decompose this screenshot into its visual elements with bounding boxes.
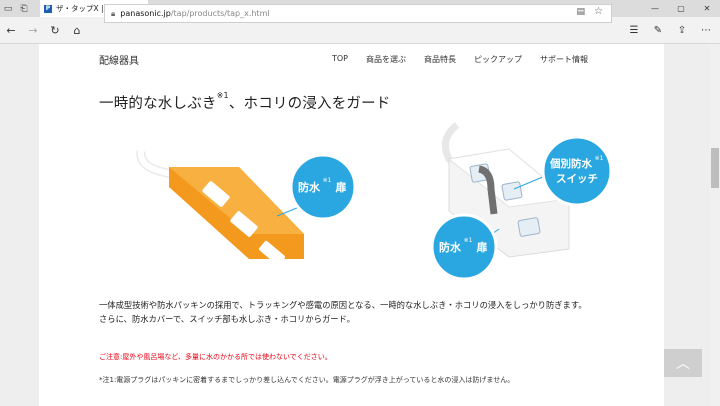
menu-item-products[interactable]: 商品を選ぶ <box>366 54 406 65</box>
callout-waterproof-door-right: 防水 ※1 扉 <box>430 213 498 281</box>
chevron-up-icon: ︿ <box>676 356 690 372</box>
callout-left-sup: ※1 <box>323 177 332 184</box>
reading-view-icon[interactable]: ▤ <box>576 7 585 17</box>
caution-text: ご注意:屋外や風呂場など、多量に水のかかる所では使わないでください。 <box>99 353 332 361</box>
back-icon[interactable]: ← <box>0 17 22 44</box>
home-icon[interactable]: ⌂ <box>66 17 88 44</box>
window-controls: — ▢ ✕ <box>642 0 720 17</box>
footnote-text: *注1:電源プラグはパッキンに密着するまでしっかり差し込んでください。電源プラグ… <box>99 376 515 384</box>
callout-left-tail: 扉 <box>336 180 347 194</box>
page-viewport: 配線器具 TOP 商品を選ぶ 商品特長 ピックアップ サポート情報 一時的な水し… <box>0 44 720 406</box>
back-to-top-button[interactable]: ︿ <box>664 349 702 377</box>
site-menu: TOP 商品を選ぶ 商品特長 ピックアップ サポート情報 <box>332 54 606 65</box>
lock-icon: 🔒︎ <box>111 8 116 18</box>
callout-right-sup: ※1 <box>464 237 473 244</box>
more-menu-icon[interactable]: ⋯ <box>694 25 718 36</box>
url-host: panasonic.jp <box>120 9 171 18</box>
feature-description: 一体成型技術や防水パッキンの採用で、トラッキングや感電の原因となる、一時的な水し… <box>99 298 619 326</box>
callout-right-tail: 扉 <box>477 240 488 254</box>
callout-switch-sup: ※1 <box>595 155 604 162</box>
favicon-icon: P <box>44 4 52 13</box>
menu-item-features[interactable]: 商品特長 <box>424 54 456 65</box>
paragraph-1: 一体成型技術や防水パッキンの採用で、トラッキングや感電の原因となる、一時的な水し… <box>99 300 587 310</box>
orange-power-strip <box>136 150 320 266</box>
heading-footnote-mark: ※1 <box>216 91 229 100</box>
paragraph-2: さらに、防水カバーで、スイッチ部も水しぶき・ホコリからガード。 <box>99 314 355 324</box>
url-path: /tap/products/tap_x.html <box>170 9 270 18</box>
callout-switch-line2: スイッチ <box>556 173 598 185</box>
tab-back-icon[interactable]: ⎗ <box>16 0 32 17</box>
forward-icon[interactable]: → <box>22 17 44 44</box>
browser-tools: ☰ ✎ ⇪ ⋯ <box>622 17 718 44</box>
menu-item-support[interactable]: サポート情報 <box>540 54 588 65</box>
tab-actions-icon[interactable]: ▭ <box>0 0 16 17</box>
menu-item-pickup[interactable]: ピックアップ <box>474 54 522 65</box>
close-window-icon[interactable]: ✕ <box>694 0 720 17</box>
site-logo[interactable]: 配線器具 <box>99 52 139 67</box>
favorites-hub-icon[interactable]: ☰ <box>622 25 646 36</box>
callout-switch-line1: 個別防水 <box>549 157 592 170</box>
minimize-icon[interactable]: — <box>642 0 668 17</box>
refresh-icon[interactable]: ↻ <box>44 17 66 44</box>
menu-item-top[interactable]: TOP <box>332 54 348 65</box>
notes-pen-icon[interactable]: ✎ <box>646 25 670 36</box>
share-icon[interactable]: ⇪ <box>670 25 694 36</box>
callout-waterproof-door-left: 防水 ※1 扉 <box>289 153 357 221</box>
heading-text-post: 、ホコリの浸入をガード <box>228 96 391 112</box>
callout-individual-switch: 個別防水 ※1 スイッチ <box>541 135 613 207</box>
heading-text-pre: 一時的な水しぶき <box>99 96 217 112</box>
favorite-star-icon[interactable]: ☆ <box>594 6 603 17</box>
page-content: 配線器具 TOP 商品を選ぶ 商品特長 ピックアップ サポート情報 一時的な水し… <box>39 44 664 406</box>
callout-left-text: 防水 <box>298 180 321 194</box>
product-illustration: 防水 ※1 扉 個別防水 ※1 スイッチ 防水 ※1 扉 <box>136 122 613 281</box>
callout-right-text: 防水 <box>439 240 462 254</box>
address-input[interactable]: 🔒︎ panasonic.jp/tap/products/tap_x.html … <box>104 4 612 23</box>
maximize-icon[interactable]: ▢ <box>668 0 694 17</box>
page-scrollbar[interactable] <box>710 44 720 406</box>
scrollbar-thumb[interactable] <box>711 148 719 188</box>
section-heading: 一時的な水しぶき※1、ホコリの浸入をガード <box>99 91 391 113</box>
